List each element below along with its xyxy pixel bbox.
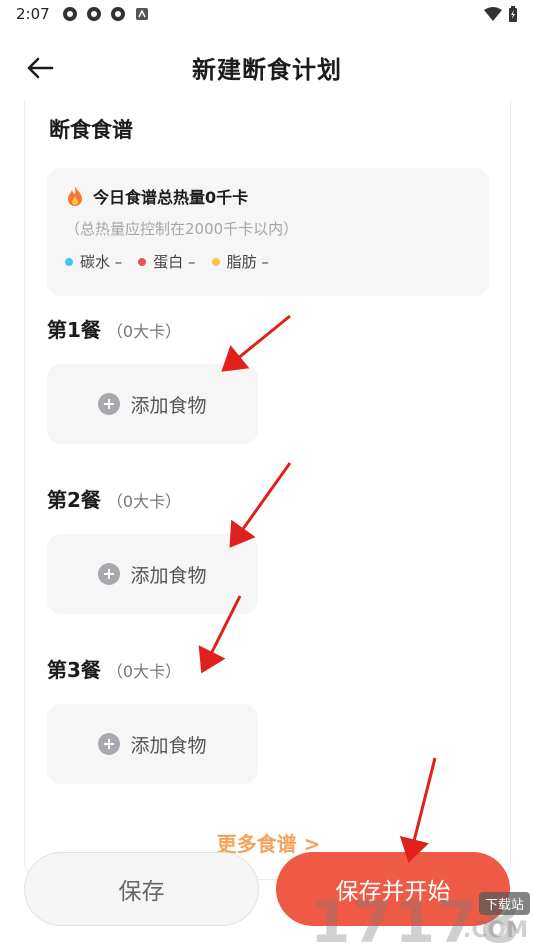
macro-fat: 脂肪 – <box>211 251 269 272</box>
add-food-label: 添加食物 <box>130 734 207 757</box>
recipe-card: 断食食谱 今日食谱总热量0千卡 （总热量应控制在2000千卡以内） 碳水 – 蛋… <box>24 100 511 880</box>
calorie-summary: 今日食谱总热量0千卡 （总热量应控制在2000千卡以内） 碳水 – 蛋白 – 脂… <box>47 168 489 296</box>
notification-icon <box>110 7 125 21</box>
summary-title: 今日食谱总热量0千卡 <box>93 188 249 207</box>
save-button[interactable]: 保存 <box>24 852 259 926</box>
add-food-button-meal-3[interactable]: 添加食物 <box>47 704 258 784</box>
macro-label: 蛋白 – <box>153 253 196 271</box>
arrow-left-icon <box>27 57 54 79</box>
macro-protein: 蛋白 – <box>138 251 196 272</box>
section-title: 断食食谱 <box>49 118 133 142</box>
plus-circle-icon <box>98 393 121 415</box>
meal-kcal: （0大卡） <box>106 662 182 681</box>
notification-icon <box>86 7 101 21</box>
meal-3-title: 第3餐 （0大卡） <box>47 654 181 683</box>
back-button[interactable] <box>22 50 58 86</box>
plus-circle-icon <box>98 733 121 755</box>
meal-kcal: （0大卡） <box>106 322 182 341</box>
plus-circle-icon <box>98 563 121 585</box>
add-food-label: 添加食物 <box>130 394 207 417</box>
battery-icon <box>509 6 517 22</box>
fat-dot-icon <box>211 257 220 266</box>
app-header: 新建断食计划 <box>0 38 534 96</box>
summary-note: （总热量应控制在2000千卡以内） <box>65 220 299 238</box>
meal-name: 第3餐 <box>47 658 101 682</box>
notification-icon <box>62 7 77 21</box>
app-notification-icon <box>135 8 148 20</box>
flame-icon <box>68 186 82 206</box>
page-title: 新建断食计划 <box>192 55 342 84</box>
macro-carbs: 碳水 – <box>65 251 122 272</box>
carbs-dot-icon <box>65 257 73 266</box>
meal-name: 第1餐 <box>47 318 101 342</box>
add-food-button-meal-2[interactable]: 添加食物 <box>47 534 258 614</box>
meal-kcal: （0大卡） <box>106 492 182 511</box>
meal-name: 第2餐 <box>47 488 101 512</box>
macro-list: 碳水 – 蛋白 – 脂肪 – <box>65 251 471 272</box>
save-and-start-button[interactable]: 保存并开始 <box>276 852 510 926</box>
macro-label: 碳水 – <box>80 253 123 271</box>
status-time: 2:07 <box>16 5 50 23</box>
meal-1-title: 第1餐 （0大卡） <box>47 314 181 343</box>
macro-label: 脂肪 – <box>226 253 269 271</box>
add-food-button-meal-1[interactable]: 添加食物 <box>47 364 258 444</box>
wifi-icon <box>484 7 502 21</box>
meal-2-title: 第2餐 （0大卡） <box>47 484 181 513</box>
protein-dot-icon <box>138 257 147 266</box>
add-food-label: 添加食物 <box>130 564 207 587</box>
status-bar: 2:07 <box>0 0 534 28</box>
